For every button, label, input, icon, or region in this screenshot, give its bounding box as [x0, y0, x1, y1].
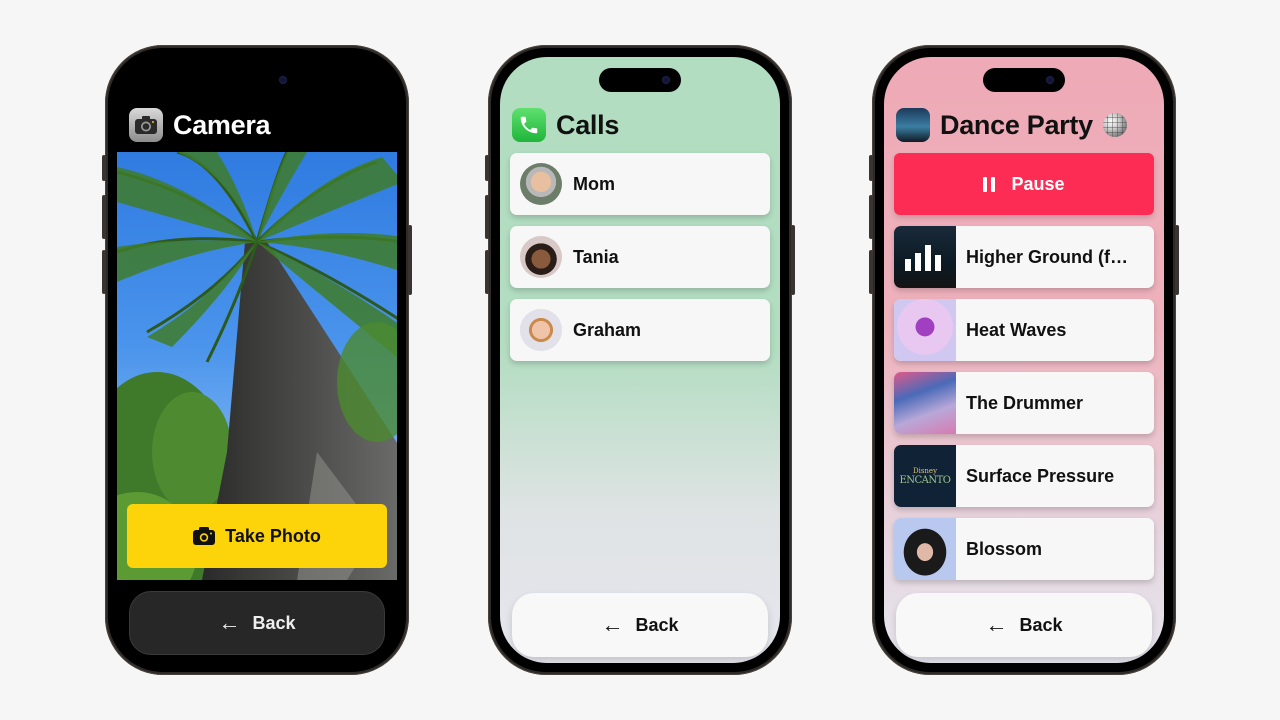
volume-down-button	[102, 250, 106, 294]
action-button	[485, 155, 489, 181]
now-playing-icon	[905, 245, 941, 271]
contact-item-tania[interactable]: Tania	[510, 226, 770, 288]
album-art-subtext: Disney	[912, 466, 938, 475]
pause-button[interactable]: Pause	[894, 153, 1154, 215]
pause-icon	[983, 176, 996, 192]
track-item[interactable]: The Drummer	[894, 372, 1154, 434]
phone-calls: Calls Mom Tania Graham ← Back	[485, 45, 795, 675]
side-button	[791, 225, 795, 295]
back-button[interactable]: ← Back	[512, 593, 768, 657]
track-title: The Drummer	[966, 392, 1084, 413]
app-title: Calls	[556, 109, 620, 140]
playlist-artwork-icon	[896, 108, 930, 142]
arrow-left-icon: ←	[601, 612, 624, 637]
contact-item-graham[interactable]: Graham	[510, 299, 770, 361]
album-art	[894, 226, 956, 288]
app-header: Dance Party	[896, 107, 1152, 143]
calls-screen: Calls Mom Tania Graham ← Back	[500, 57, 780, 663]
app-title: Camera	[173, 109, 271, 140]
volume-up-button	[102, 195, 106, 239]
track-title: Surface Pressure	[966, 465, 1115, 486]
side-button	[1175, 225, 1179, 295]
arrow-left-icon: ←	[985, 612, 1008, 637]
track-title: Higher Ground (f…	[966, 246, 1128, 267]
app-header: Camera	[129, 107, 385, 143]
app-header: Calls	[512, 107, 768, 143]
back-button[interactable]: ← Back	[896, 593, 1152, 657]
dynamic-island	[599, 68, 681, 92]
mirror-ball-icon	[1102, 113, 1127, 137]
track-title: Heat Waves	[966, 319, 1067, 340]
action-button	[102, 155, 106, 181]
back-button[interactable]: ← Back	[129, 591, 385, 655]
pause-label: Pause	[1011, 173, 1065, 194]
phone-camera: Camera Take Photo ← Back	[102, 45, 412, 675]
track-item[interactable]: Heat Waves	[894, 299, 1154, 361]
camera-icon	[193, 527, 216, 545]
app-title: Dance Party	[940, 109, 1093, 140]
phone-music: Dance Party Pause Higher Ground (f… Heat…	[869, 45, 1179, 675]
action-button	[869, 155, 873, 181]
avatar	[520, 163, 562, 205]
back-label: Back	[1019, 614, 1063, 635]
album-art	[894, 372, 956, 434]
contact-item-mom[interactable]: Mom	[510, 153, 770, 215]
album-art	[894, 299, 956, 361]
avatar	[520, 309, 562, 351]
arrow-left-icon: ←	[218, 610, 241, 635]
track-item[interactable]: Blossom	[894, 518, 1154, 580]
side-button	[408, 225, 412, 295]
track-title: Blossom	[966, 538, 1043, 559]
contact-name: Tania	[573, 246, 619, 267]
camera-screen: Camera Take Photo ← Back	[117, 57, 397, 663]
phone-app-icon	[512, 108, 546, 142]
album-art-text: ENCANTO	[899, 474, 951, 486]
volume-up-button	[485, 195, 489, 239]
back-label: Back	[635, 614, 679, 635]
volume-up-button	[869, 195, 873, 239]
back-label: Back	[252, 612, 296, 633]
contact-name: Mom	[573, 173, 615, 194]
track-item[interactable]: Disney ENCANTO Surface Pressure	[894, 445, 1154, 507]
dynamic-island	[216, 68, 298, 92]
contact-name: Graham	[573, 319, 642, 340]
take-photo-label: Take Photo	[225, 525, 321, 546]
camera-app-icon	[129, 108, 163, 142]
avatar	[520, 236, 562, 278]
album-art	[894, 518, 956, 580]
album-art: Disney ENCANTO	[894, 445, 956, 507]
volume-down-button	[869, 250, 873, 294]
music-screen: Dance Party Pause Higher Ground (f… Heat…	[884, 57, 1164, 663]
take-photo-button[interactable]: Take Photo	[127, 504, 387, 568]
dynamic-island	[983, 68, 1065, 92]
volume-down-button	[485, 250, 489, 294]
track-item[interactable]: Higher Ground (f…	[894, 226, 1154, 288]
